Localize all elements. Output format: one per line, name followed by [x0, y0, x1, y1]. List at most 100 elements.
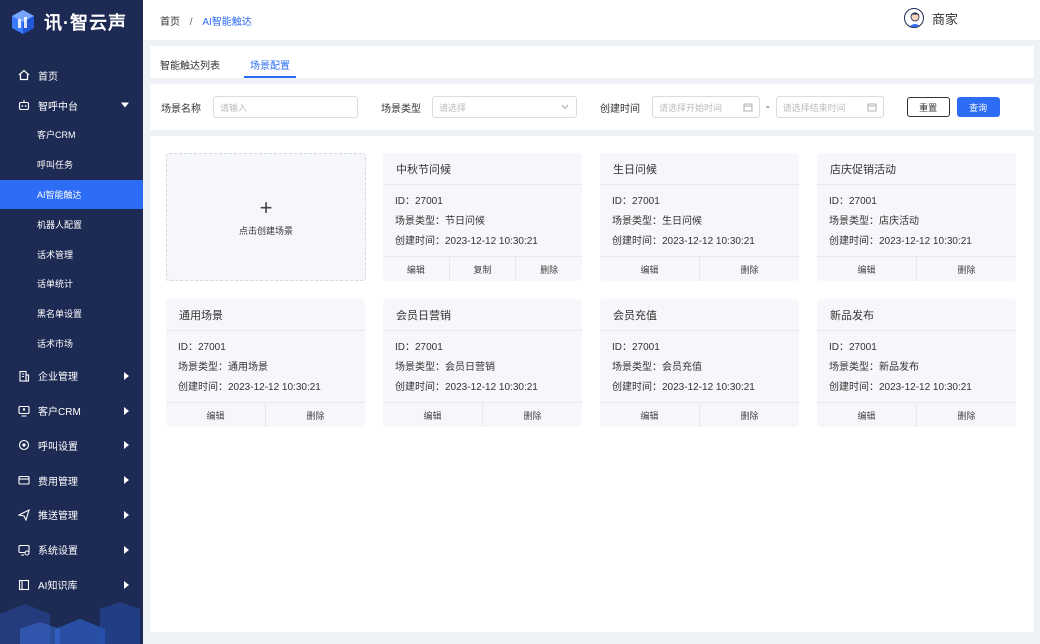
tab-scene-config[interactable]: 场景配置 [244, 56, 296, 78]
sidebar-item-label: 企业管理 [38, 372, 78, 384]
scene-name-label: 场景名称 [161, 103, 201, 115]
sidebar-item-home[interactable]: 首页 [0, 60, 143, 90]
user-menu[interactable]: 商家 [903, 8, 958, 28]
scene-card-title: 通用场景 [166, 299, 365, 331]
scene-card-title: 中秋节问候 [383, 153, 582, 185]
scene-card-actions: 编辑 删除 [600, 256, 799, 281]
scene-id: ID：27001 [829, 341, 877, 353]
sidebar-subitem-blacklist[interactable]: 黑名单设置 [0, 299, 143, 329]
scene-name-placeholder: 请输入 [220, 102, 248, 113]
sidebar-subitem-script-manage[interactable]: 话术管理 [0, 239, 143, 269]
sidebar-item-system[interactable]: 系统设置 [0, 532, 143, 567]
scene-card: 通用场景 ID：27001 场景类型：通用场景 创建时间：2023-12-12 … [166, 299, 365, 427]
create-scene-button[interactable]: + 点击创建场景 [166, 153, 366, 281]
scene-type: 场景类型：新品发布 [829, 361, 919, 373]
copy-button[interactable]: 复制 [450, 257, 517, 281]
scene-card-body: ID：27001 场景类型：店庆活动 创建时间：2023-12-12 10:30… [817, 185, 1016, 249]
edit-button[interactable]: 编辑 [600, 403, 700, 427]
send-icon [18, 508, 30, 521]
scene-card-body: ID：27001 场景类型：新品发布 创建时间：2023-12-12 10:30… [817, 331, 1016, 395]
edit-button[interactable]: 编辑 [817, 403, 917, 427]
decorative-cubes [0, 602, 140, 644]
brand-logo[interactable]: 讯·智云声 [0, 0, 143, 44]
tab-bar: 智能触达列表 场景配置 [150, 46, 1034, 78]
query-button[interactable]: 查询 [956, 97, 1000, 117]
sidebar-subitem-ai-reach[interactable]: AI智能触达 [0, 179, 143, 210]
sidebar-item-crm[interactable]: 客户CRM [0, 393, 143, 428]
end-date-placeholder: 请选择结束时间 [782, 102, 846, 113]
scene-type: 场景类型：节日问候 [395, 215, 485, 227]
sidebar-item-label: 智呼中台 [38, 101, 78, 113]
chevron-right-icon [124, 545, 129, 554]
calendar-icon [743, 103, 753, 112]
breadcrumb-separator: / [189, 16, 193, 28]
edit-button[interactable]: 编辑 [166, 403, 266, 427]
user-avatar-icon [908, 12, 921, 27]
delete-button[interactable]: 删除 [266, 403, 365, 427]
scene-type-select[interactable]: 请选择 [432, 96, 577, 118]
sidebar-item-smart-call[interactable]: 智呼中台 [0, 90, 143, 120]
start-date-input[interactable]: 请选择开始时间 [652, 96, 760, 118]
scene-card-actions: 编辑 删除 [600, 402, 799, 427]
scene-created-time: 创建时间：2023-12-12 10:30:21 [395, 381, 538, 393]
scene-card: 生日问候 ID：27001 场景类型：生日问候 创建时间：2023-12-12 … [600, 153, 799, 281]
delete-button[interactable]: 删除 [917, 257, 1016, 281]
scene-created-time: 创建时间：2023-12-12 10:30:21 [829, 381, 972, 393]
end-date-input[interactable]: 请选择结束时间 [775, 96, 884, 118]
scene-card-body: ID：27001 场景类型：生日问候 创建时间：2023-12-12 10:30… [600, 185, 799, 249]
delete-button[interactable]: 删除 [700, 403, 799, 427]
scene-created-time: 创建时间：2023-12-12 10:30:21 [178, 381, 321, 393]
scene-type: 场景类型：会员日营销 [395, 361, 495, 373]
home-icon [18, 69, 30, 81]
scene-card-title: 会员日营销 [383, 299, 582, 331]
delete-button[interactable]: 删除 [700, 257, 799, 281]
sidebar-item-billing[interactable]: 费用管理 [0, 463, 143, 498]
delete-button[interactable]: 删除 [483, 403, 582, 427]
scene-card-body: ID：27001 场景类型：会员充值 创建时间：2023-12-12 10:30… [600, 331, 799, 395]
sidebar-item-push[interactable]: 推送管理 [0, 498, 143, 533]
scene-card-actions: 编辑 删除 [817, 256, 1016, 281]
edit-button[interactable]: 编辑 [383, 403, 483, 427]
scene-type: 场景类型：店庆活动 [829, 215, 919, 227]
sidebar-nav: 首页 智呼中台 客户CRM 呼叫任务 AI智能触达 机器人配置 话术管理 话单统… [0, 60, 143, 602]
chevron-right-icon [124, 371, 129, 380]
breadcrumb: 首页 / AI智能触达 [160, 13, 252, 28]
building-icon [18, 370, 30, 382]
edit-button[interactable]: 编辑 [600, 257, 700, 281]
reset-button[interactable]: 重置 [906, 97, 950, 117]
scene-id: ID：27001 [829, 195, 877, 207]
sidebar-subitem-robot-config[interactable]: 机器人配置 [0, 209, 143, 239]
sidebar-subitem-script-market[interactable]: 话术市场 [0, 329, 143, 359]
sidebar-subitem-crm[interactable]: 客户CRM [0, 120, 143, 150]
date-range-separator: - [766, 101, 770, 113]
robot-icon [18, 99, 30, 111]
avatar [903, 8, 924, 28]
scene-card-title: 会员充值 [600, 299, 799, 331]
system-settings-icon [18, 544, 30, 556]
edit-button[interactable]: 编辑 [383, 257, 450, 281]
scene-type-placeholder: 请选择 [439, 102, 467, 113]
tab-reach-list[interactable]: 智能触达列表 [160, 56, 226, 78]
scene-card: 新品发布 ID：27001 场景类型：新品发布 创建时间：2023-12-12 … [817, 299, 1016, 427]
sidebar-item-call-settings[interactable]: 呼叫设置 [0, 428, 143, 463]
scene-card: 会员日营销 ID：27001 场景类型：会员日营销 创建时间：2023-12-1… [383, 299, 582, 427]
sidebar-subitem-bill-stats[interactable]: 话单统计 [0, 269, 143, 299]
user-name: 商家 [931, 11, 958, 27]
chevron-down-icon [121, 102, 129, 108]
scene-card-title: 生日问候 [600, 153, 799, 185]
breadcrumb-home[interactable]: 首页 [160, 17, 180, 28]
scene-created-time: 创建时间：2023-12-12 10:30:21 [829, 235, 972, 247]
sidebar-subitem-call-task[interactable]: 呼叫任务 [0, 150, 143, 180]
scene-card-title: 店庆促销活动 [817, 153, 1016, 185]
sidebar-item-label: 费用管理 [38, 476, 78, 488]
calendar-icon [867, 103, 877, 112]
sidebar-item-enterprise[interactable]: 企业管理 [0, 358, 143, 393]
scene-created-time: 创建时间：2023-12-12 10:30:21 [612, 381, 755, 393]
scene-name-input[interactable]: 请输入 [213, 96, 358, 118]
edit-button[interactable]: 编辑 [817, 257, 917, 281]
delete-button[interactable]: 删除 [516, 257, 582, 281]
delete-button[interactable]: 删除 [917, 403, 1016, 427]
scene-type: 场景类型：生日问候 [612, 215, 702, 227]
scene-card-actions: 编辑 删除 [166, 402, 365, 427]
scene-card-body: ID：27001 场景类型：会员日营销 创建时间：2023-12-12 10:3… [383, 331, 582, 395]
